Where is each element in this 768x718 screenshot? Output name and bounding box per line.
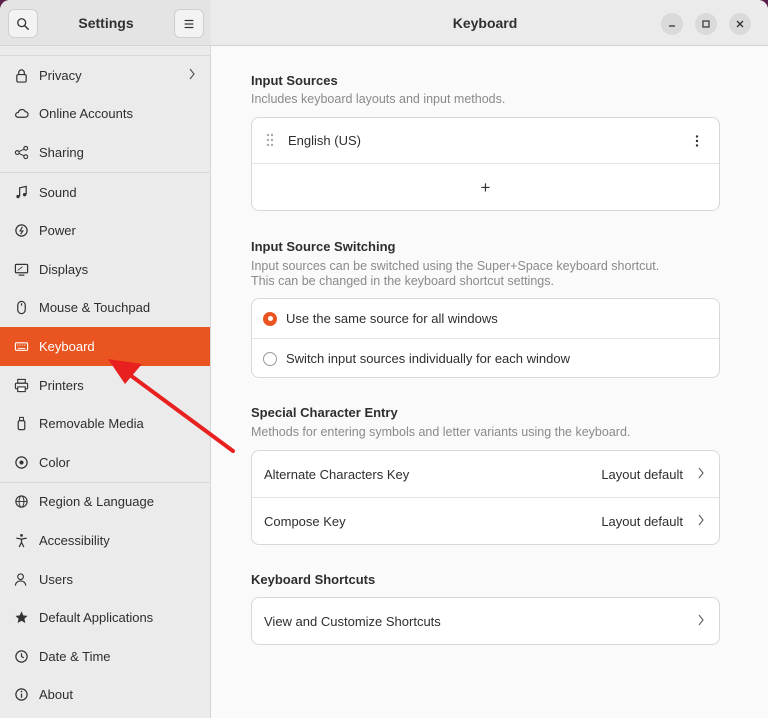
radio-option-same-source[interactable]: Use the same source for all windows — [252, 299, 719, 339]
close-button[interactable] — [729, 13, 751, 35]
chevron-right-icon — [188, 67, 196, 84]
sidebar-item-users[interactable]: Users — [0, 560, 210, 599]
chevron-right-icon — [697, 613, 705, 630]
special-chars-card: Alternate Characters Key Layout default … — [251, 450, 720, 545]
keyboard-icon — [13, 338, 29, 354]
view-customize-shortcuts-row[interactable]: View and Customize Shortcuts — [252, 598, 719, 644]
sidebar-item-sound[interactable]: Sound — [0, 173, 210, 212]
sidebar-item-power[interactable]: Power — [0, 211, 210, 250]
main-panel: Keyboard Input Sources Includes keyboard… — [211, 0, 768, 718]
sidebar-item-label: Default Applications — [39, 610, 154, 626]
sidebar-header: Settings — [0, 0, 211, 46]
sidebar-item-label: Printers — [39, 377, 84, 393]
sidebar-item-privacy[interactable]: Privacy — [0, 56, 210, 95]
sidebar-item-label: About — [39, 687, 73, 703]
maximize-icon — [702, 20, 710, 28]
row-value: Layout default — [601, 466, 683, 482]
power-icon — [13, 223, 29, 239]
input-source-row[interactable]: English (US) — [252, 118, 719, 164]
usb-drive-icon — [13, 416, 29, 432]
users-icon — [13, 571, 29, 587]
kebab-menu-icon[interactable] — [695, 135, 699, 150]
mouse-icon — [13, 300, 29, 316]
row-label: View and Customize Shortcuts — [264, 613, 441, 629]
sidebar-item-label: Accessibility — [39, 532, 110, 548]
clock-icon — [13, 648, 29, 664]
music-note-icon — [13, 184, 29, 200]
sidebar-item-online-accounts[interactable]: Online Accounts — [0, 95, 210, 134]
sidebar-item-label: Displays — [39, 261, 89, 277]
shortcuts-card: View and Customize Shortcuts — [251, 597, 720, 645]
sidebar-item-region-language[interactable]: Region & Language — [0, 483, 210, 522]
sidebar-item-label: Color — [39, 454, 71, 470]
radio-unselected-icon[interactable] — [263, 351, 277, 366]
radio-option-individual[interactable]: Switch input sources individually for ea… — [252, 339, 719, 377]
sidebar-item-default-applications[interactable]: Default Applications — [0, 598, 210, 637]
plus-icon: + — [480, 177, 491, 197]
info-icon — [13, 687, 29, 703]
sidebar-item-label: Sharing — [39, 144, 84, 160]
radio-label: Use the same source for all windows — [286, 311, 498, 326]
sidebar-item-date-time[interactable]: Date & Time — [0, 637, 210, 676]
row-label: Compose Key — [264, 514, 346, 529]
hamburger-menu-icon — [184, 19, 194, 28]
input-sources-subtitle: Includes keyboard layouts and input meth… — [251, 92, 506, 106]
sidebar-item-label: Online Accounts — [39, 106, 133, 122]
sidebar-item-label: Mouse & Touchpad — [39, 300, 151, 316]
shortcuts-title: Keyboard Shortcuts — [251, 572, 376, 587]
drag-handle-icon[interactable] — [266, 133, 274, 150]
sidebar-item-label: Date & Time — [39, 648, 111, 664]
sidebar-item-label: Power — [39, 223, 76, 239]
row-label: Alternate Characters Key — [264, 466, 410, 482]
input-sources-title: Input Sources — [251, 73, 338, 88]
switching-card: Use the same source for all windows Swit… — [251, 298, 720, 378]
chevron-right-icon — [697, 513, 705, 530]
minimize-icon — [669, 25, 675, 27]
cloud-icon — [13, 106, 29, 122]
sidebar-item-mouse-touchpad[interactable]: Mouse & Touchpad — [0, 289, 210, 328]
lock-icon — [13, 67, 29, 83]
sidebar-item-about[interactable]: About — [0, 676, 210, 715]
add-input-source-button[interactable]: + — [252, 164, 719, 210]
globe-icon — [13, 494, 29, 510]
switching-subtitle-line1: Input sources can be switched using the … — [251, 259, 660, 273]
maximize-button[interactable] — [695, 13, 717, 35]
sidebar-item-label: Sound — [39, 184, 77, 200]
search-button[interactable] — [8, 9, 38, 38]
sidebar-item-sharing[interactable]: Sharing — [0, 133, 210, 172]
display-icon — [13, 261, 29, 277]
special-chars-title: Special Character Entry — [251, 405, 398, 420]
sidebar-title: Settings — [78, 15, 134, 31]
minimize-button[interactable] — [661, 13, 683, 35]
input-source-label: English (US) — [288, 133, 361, 148]
input-sources-card: English (US) + — [251, 117, 720, 211]
radio-label: Switch input sources individually for ea… — [286, 351, 570, 366]
sidebar-item-label: Users — [39, 571, 73, 587]
row-value: Layout default — [601, 514, 683, 529]
sidebar-item-label: Keyboard — [39, 338, 95, 354]
sidebar-item-label: Privacy — [39, 67, 82, 83]
chevron-right-icon — [697, 466, 705, 483]
menu-button[interactable] — [174, 9, 204, 38]
switching-subtitle-line2: This can be changed in the keyboard shor… — [251, 274, 554, 288]
sidebar-item-accessibility[interactable]: Accessibility — [0, 521, 210, 560]
sidebar-item-partial — [0, 46, 210, 55]
sidebar-item-displays[interactable]: Displays — [0, 250, 210, 289]
close-icon — [736, 20, 744, 28]
accessibility-icon — [13, 532, 29, 548]
share-icon — [13, 144, 29, 160]
special-chars-subtitle: Methods for entering symbols and letter … — [251, 425, 631, 439]
annotation-arrow — [108, 359, 235, 453]
printer-icon — [13, 377, 29, 393]
color-icon — [13, 454, 29, 470]
switching-title: Input Source Switching — [251, 239, 396, 254]
search-icon — [17, 17, 29, 30]
alternate-characters-key-row[interactable]: Alternate Characters Key Layout default — [252, 451, 719, 498]
header-bar: Keyboard — [211, 0, 768, 46]
compose-key-row[interactable]: Compose Key Layout default — [252, 498, 719, 544]
radio-selected-icon[interactable] — [263, 311, 277, 326]
sidebar-item-label: Region & Language — [39, 494, 154, 510]
star-icon — [13, 610, 29, 626]
settings-window: Settings Privacy Online Accounts Sharing… — [0, 0, 768, 718]
